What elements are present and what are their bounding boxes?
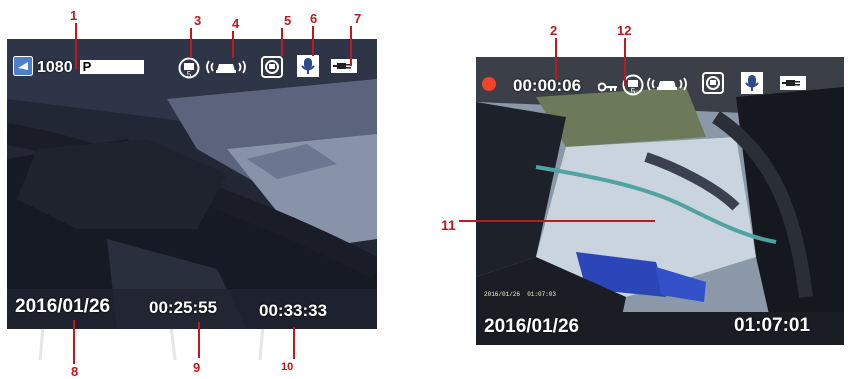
callout-line-2	[555, 38, 557, 80]
gsensor-icon	[261, 56, 283, 78]
callout-line-11	[459, 220, 655, 222]
right-camera-scene	[476, 57, 844, 345]
svg-text:5: 5	[631, 87, 636, 96]
callout-9: 9	[193, 360, 201, 375]
callout-5: 5	[284, 13, 292, 28]
callout-line-8	[73, 320, 75, 364]
motion-detect-icon	[646, 74, 688, 94]
resolution-bar	[94, 60, 144, 74]
callout-7: 7	[354, 11, 362, 26]
record-dot-icon	[482, 77, 496, 91]
callout-12: 12	[617, 23, 632, 38]
date-display: 2016/01/26	[484, 316, 580, 337]
callout-1: 1	[70, 8, 78, 23]
callout-line-1	[75, 23, 77, 69]
callout-line-12	[624, 38, 626, 86]
recording-timer: 00:00:06	[513, 76, 582, 95]
power-plug-icon	[780, 76, 806, 90]
power-plug-icon	[331, 59, 357, 73]
resolution-suffix-box: P	[80, 60, 94, 74]
callout-line-7	[350, 26, 352, 66]
gsensor-icon	[702, 72, 724, 94]
svg-text:5: 5	[187, 70, 192, 79]
resolution-value: 1080	[37, 59, 73, 76]
camera-icon	[13, 56, 33, 76]
callout-line-10	[293, 327, 295, 359]
callout-10: 10	[281, 361, 294, 373]
motion-detect-icon	[205, 57, 247, 77]
date-display: 2016/01/26	[15, 296, 111, 317]
left-dashcam-screen: 1080 P 5 2016/01/26 00:25:55 00:33:33	[7, 39, 377, 329]
callout-line-3	[190, 28, 192, 58]
microphone-icon	[297, 55, 319, 77]
callout-4: 4	[232, 16, 240, 31]
callout-line-6	[312, 26, 314, 56]
callout-line-4	[232, 31, 234, 58]
callout-2: 2	[550, 23, 558, 38]
key-lock-icon	[597, 80, 618, 92]
callout-3: 3	[194, 13, 202, 28]
time-display: 01:07:01	[734, 315, 811, 336]
callout-6: 6	[310, 11, 318, 26]
callout-11: 11	[441, 217, 456, 233]
microphone-icon	[741, 72, 763, 94]
loop-record-icon: 5	[178, 57, 200, 79]
callout-line-5	[281, 28, 283, 56]
left-camera-scene	[7, 39, 377, 329]
callout-8: 8	[71, 364, 79, 379]
video-timestamp-stamp: 2016/01/26 01:07:03	[484, 291, 557, 298]
callout-line-9	[198, 322, 200, 358]
right-dashcam-screen: 00:00:06 5 2016/01/26 01:07:03 2016/01/2…	[476, 57, 844, 345]
remaining-time-display: 00:33:33	[259, 301, 328, 320]
elapsed-time-display: 00:25:55	[149, 298, 218, 317]
